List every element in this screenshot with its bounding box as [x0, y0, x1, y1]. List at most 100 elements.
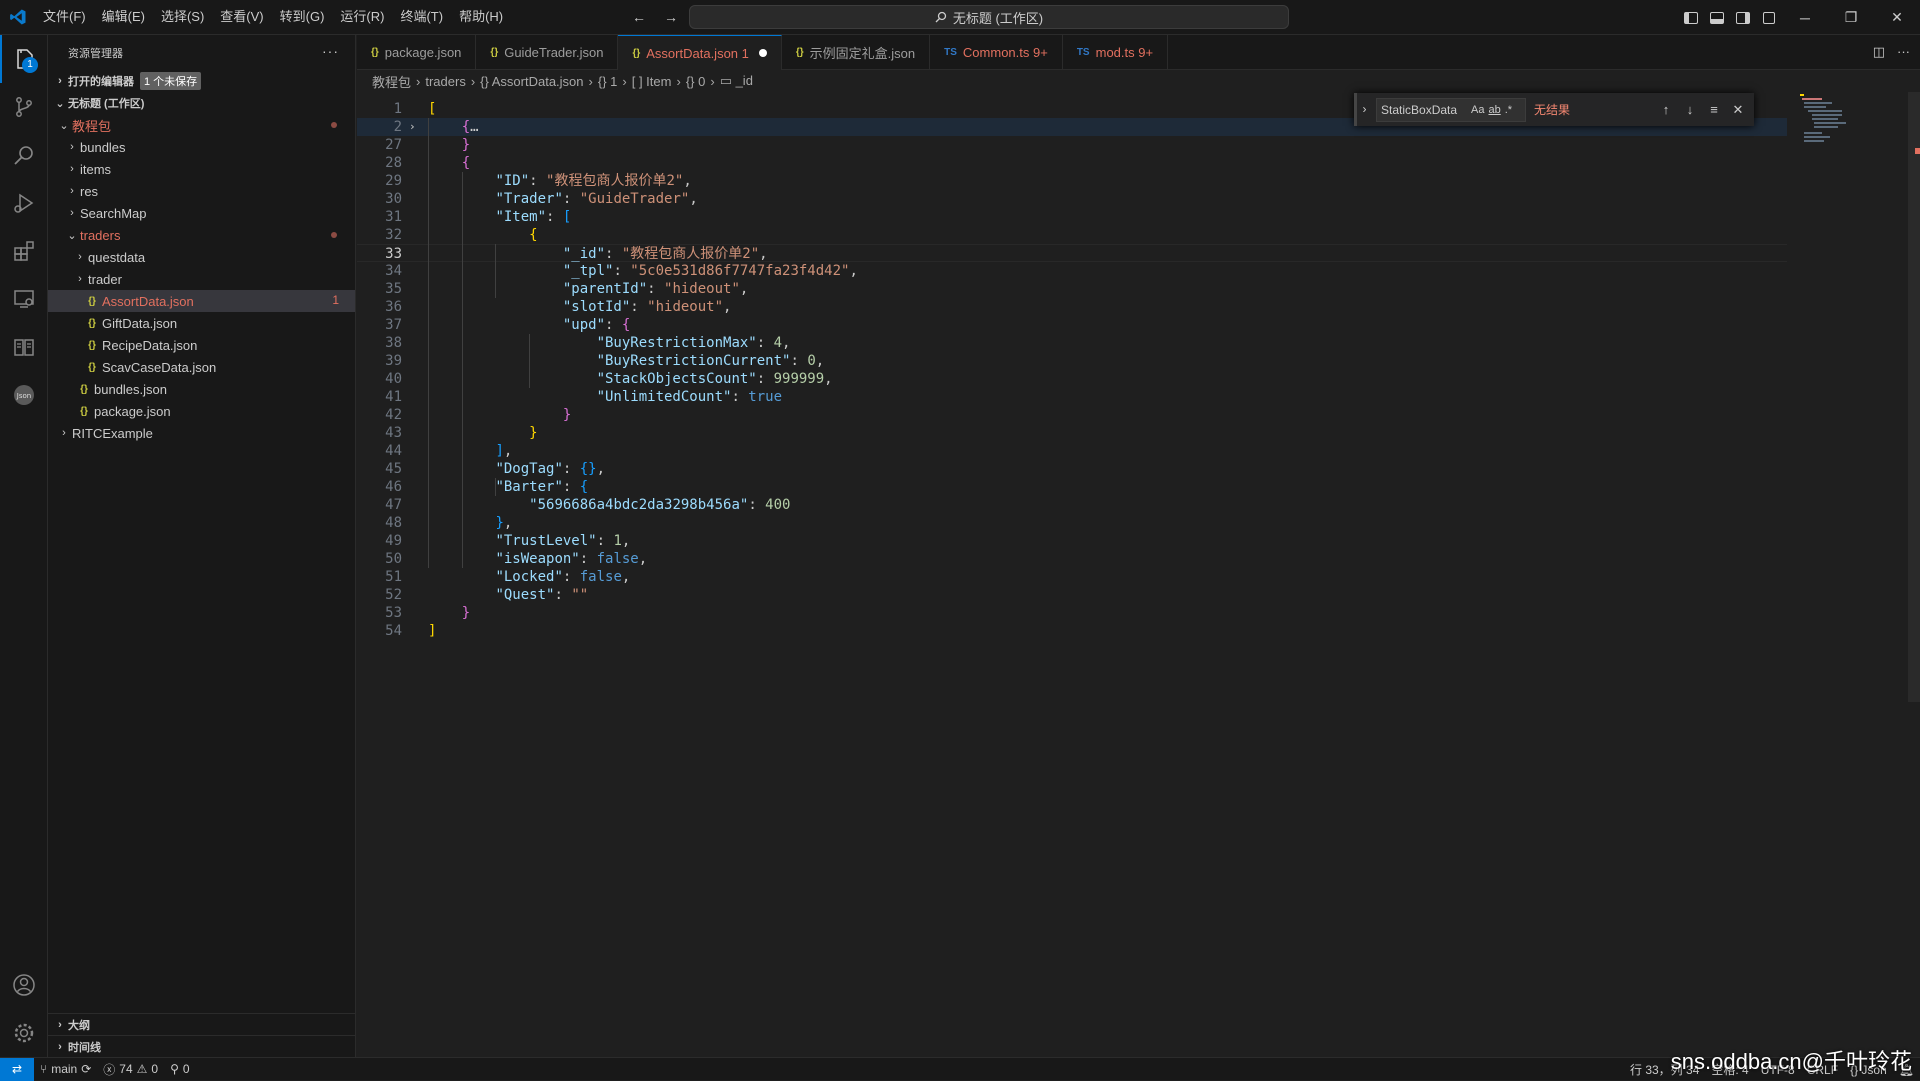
- timeline-section[interactable]: › 时间线: [48, 1035, 356, 1057]
- code-line[interactable]: 37 "upd": {: [357, 316, 1787, 334]
- customize-layout-icon[interactable]: [1756, 0, 1782, 35]
- menu-item[interactable]: 查看(V): [212, 6, 271, 28]
- toggle-replace-icon[interactable]: ›: [1354, 93, 1372, 126]
- tree-item[interactable]: {}package.json: [48, 400, 355, 422]
- source-control-icon[interactable]: [0, 83, 48, 131]
- find-input[interactable]: StaticBoxData Aa ab .*: [1376, 98, 1526, 122]
- code-line[interactable]: 29 "ID": "教程包商人报价单2",: [357, 172, 1787, 190]
- breadcrumb-item[interactable]: 教程包: [372, 72, 411, 91]
- toggle-panel-icon[interactable]: [1704, 0, 1730, 35]
- code-line[interactable]: 42 }: [357, 406, 1787, 424]
- code-line[interactable]: 51 "Locked": false,: [357, 568, 1787, 586]
- code-line[interactable]: 44 ],: [357, 442, 1787, 460]
- extensions-icon[interactable]: [0, 227, 48, 275]
- code-line[interactable]: 39 "BuyRestrictionCurrent": 0,: [357, 352, 1787, 370]
- breadcrumb-item[interactable]: {} 1: [598, 74, 618, 89]
- branch-item[interactable]: ⑂ main ⟳: [34, 1058, 97, 1081]
- breadcrumb-item[interactable]: traders: [425, 74, 465, 89]
- menu-item[interactable]: 选择(S): [153, 6, 212, 28]
- tree-item[interactable]: ›SearchMap: [48, 202, 355, 224]
- previous-match-icon[interactable]: ↑: [1654, 102, 1678, 117]
- forward-arrow-icon[interactable]: →: [660, 6, 682, 28]
- code-line[interactable]: 54]: [357, 622, 1787, 640]
- tree-item[interactable]: {}AssortData.json1: [48, 290, 355, 312]
- close-find-icon[interactable]: ✕: [1726, 102, 1750, 118]
- command-center[interactable]: 无标题 (工作区): [689, 5, 1289, 29]
- tree-item[interactable]: ⌄traders: [48, 224, 355, 246]
- menu-item[interactable]: 文件(F): [35, 6, 94, 28]
- outline-section[interactable]: › 大纲: [48, 1013, 356, 1035]
- minimize-icon[interactable]: ─: [1782, 0, 1828, 35]
- code-line[interactable]: 53 }: [357, 604, 1787, 622]
- open-editors-section[interactable]: › 打开的编辑器 1 个未保存: [48, 70, 355, 92]
- editor-tab[interactable]: TSCommon.ts 9+: [930, 35, 1063, 70]
- tree-item[interactable]: {}ScavCaseData.json: [48, 356, 355, 378]
- tree-item[interactable]: ⌄教程包: [48, 114, 355, 136]
- code-line[interactable]: 35 "parentId": "hideout",: [357, 280, 1787, 298]
- fold-chevron-icon[interactable]: ›: [409, 118, 416, 136]
- code-line[interactable]: 48 },: [357, 514, 1787, 532]
- vertical-scrollbar[interactable]: [1908, 92, 1920, 702]
- tree-item[interactable]: {}bundles.json: [48, 378, 355, 400]
- code-line[interactable]: 38 "BuyRestrictionMax": 4,: [357, 334, 1787, 352]
- json-icon[interactable]: Json: [0, 371, 48, 419]
- split-editor-icon[interactable]: ◫: [1873, 44, 1885, 60]
- find-in-selection-icon[interactable]: ≡: [1702, 102, 1726, 117]
- code-line[interactable]: 41 "UnlimitedCount": true: [357, 388, 1787, 406]
- run-debug-icon[interactable]: [0, 179, 48, 227]
- more-actions-icon[interactable]: ···: [1897, 44, 1910, 60]
- restore-icon[interactable]: ❐: [1828, 0, 1874, 35]
- tree-item[interactable]: ›questdata: [48, 246, 355, 268]
- code-line[interactable]: 47 "5696686a4bdc2da3298b456a": 400: [357, 496, 1787, 514]
- code-line[interactable]: 36 "slotId": "hideout",: [357, 298, 1787, 316]
- code-line[interactable]: 34 "_tpl": "5c0e531d86f7747fa23f4d42",: [357, 262, 1787, 280]
- breadcrumb-item[interactable]: {} 0: [686, 74, 706, 89]
- code-line[interactable]: 49 "TrustLevel": 1,: [357, 532, 1787, 550]
- menu-item[interactable]: 帮助(H): [451, 6, 511, 28]
- toggle-secondary-sidebar-icon[interactable]: [1730, 0, 1756, 35]
- editor-tab[interactable]: {}示例固定礼盒.json: [782, 35, 930, 70]
- account-icon[interactable]: [0, 961, 48, 1009]
- problems-item[interactable]: ⓧ 74 ⚠ 0: [97, 1058, 164, 1081]
- menu-item[interactable]: 编辑(E): [94, 6, 153, 28]
- book-icon[interactable]: [0, 323, 48, 371]
- code-line[interactable]: 30 "Trader": "GuideTrader",: [357, 190, 1787, 208]
- code-line[interactable]: 27 }: [357, 136, 1787, 154]
- editor-tab[interactable]: {}package.json: [357, 35, 476, 70]
- code-line[interactable]: 52 "Quest": "": [357, 586, 1787, 604]
- code-editor[interactable]: 1[2› {…27 }28 {29 "ID": "教程包商人报价单2",30 "…: [357, 92, 1920, 1057]
- breadcrumb-item[interactable]: {} AssortData.json: [480, 74, 583, 89]
- close-icon[interactable]: ✕: [1874, 0, 1920, 35]
- editor-tab[interactable]: {}AssortData.json 1: [618, 35, 781, 70]
- code-line[interactable]: 43 }: [357, 424, 1787, 442]
- tree-item[interactable]: ›RITCExample: [48, 422, 355, 444]
- remote-indicator-icon[interactable]: ⇄: [0, 1058, 34, 1081]
- code-line[interactable]: 45 "DogTag": {},: [357, 460, 1787, 478]
- code-line[interactable]: 32 {: [357, 226, 1787, 244]
- minimap[interactable]: [1792, 92, 1908, 212]
- unsaved-dot-icon[interactable]: [759, 49, 767, 57]
- menu-item[interactable]: 转到(G): [272, 6, 333, 28]
- code-line[interactable]: 33 "_id": "教程包商人报价单2",: [357, 244, 1787, 262]
- menu-item[interactable]: 运行(R): [332, 6, 392, 28]
- explorer-icon[interactable]: 1: [0, 35, 48, 83]
- code-line[interactable]: 31 "Item": [: [357, 208, 1787, 226]
- tree-item[interactable]: {}RecipeData.json: [48, 334, 355, 356]
- editor-tab[interactable]: {}GuideTrader.json: [476, 35, 618, 70]
- remote-explorer-icon[interactable]: [0, 275, 48, 323]
- breadcrumb-item[interactable]: ▭ _id: [720, 73, 753, 89]
- back-arrow-icon[interactable]: ←: [628, 6, 650, 28]
- editor-tab[interactable]: TSmod.ts 9+: [1063, 35, 1168, 70]
- search-sidebar-icon[interactable]: [0, 131, 48, 179]
- tree-item[interactable]: ›items: [48, 158, 355, 180]
- tree-item[interactable]: {}GiftData.json: [48, 312, 355, 334]
- workspace-section[interactable]: ⌄ 无标题 (工作区): [48, 92, 355, 114]
- whole-word-icon[interactable]: ab: [1488, 104, 1500, 116]
- tree-item[interactable]: ›trader: [48, 268, 355, 290]
- tree-item[interactable]: ›bundles: [48, 136, 355, 158]
- more-actions-icon[interactable]: ···: [322, 43, 339, 59]
- code-line[interactable]: 50 "isWeapon": false,: [357, 550, 1787, 568]
- toggle-primary-sidebar-icon[interactable]: [1678, 0, 1704, 35]
- settings-gear-icon[interactable]: [0, 1009, 48, 1057]
- match-case-icon[interactable]: Aa: [1471, 104, 1484, 116]
